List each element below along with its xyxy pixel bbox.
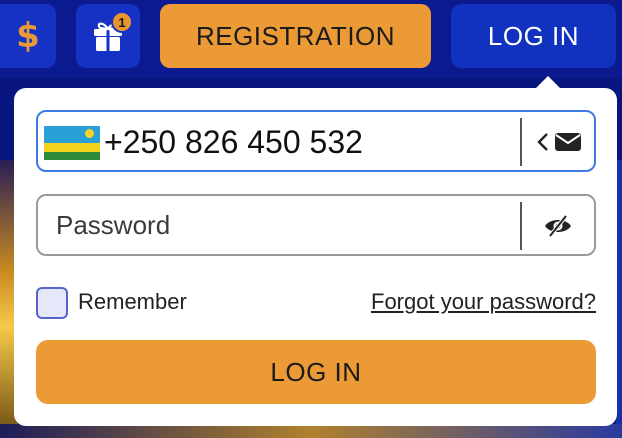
forgot-password-link[interactable]: Forgot your password? [371, 289, 596, 315]
envelope-icon [555, 133, 581, 151]
registration-button[interactable]: REGISTRATION [160, 4, 431, 68]
notification-badge: 1 [111, 11, 133, 33]
phone-field[interactable]: +250 826 450 532 [36, 110, 596, 172]
balance-button[interactable]: $ [0, 4, 56, 68]
login-submit-button[interactable]: LOG IN [36, 340, 596, 404]
login-popup: +250 826 450 532 Remember Forgot your pa… [14, 76, 617, 426]
chevron-left-icon [537, 133, 548, 151]
switch-to-email-button[interactable] [532, 126, 586, 158]
background-decoration-bottom [0, 424, 622, 438]
remember-label[interactable]: Remember [78, 289, 187, 315]
login-header-button[interactable]: LOG IN [451, 4, 616, 68]
remember-checkbox[interactable] [36, 287, 68, 319]
header-bar: $ 1 REGISTRATION LOG IN [0, 0, 622, 78]
field-divider [520, 202, 522, 250]
rwanda-flag-icon[interactable] [44, 126, 100, 160]
field-divider [520, 118, 522, 166]
phone-number-value[interactable]: +250 826 450 532 [104, 122, 363, 162]
password-input[interactable] [40, 198, 518, 252]
gift-button[interactable]: 1 [76, 4, 140, 68]
dollar-icon: $ [16, 16, 40, 56]
popup-pointer [534, 76, 562, 90]
eye-slash-icon[interactable] [538, 212, 578, 240]
password-field[interactable] [36, 194, 596, 256]
